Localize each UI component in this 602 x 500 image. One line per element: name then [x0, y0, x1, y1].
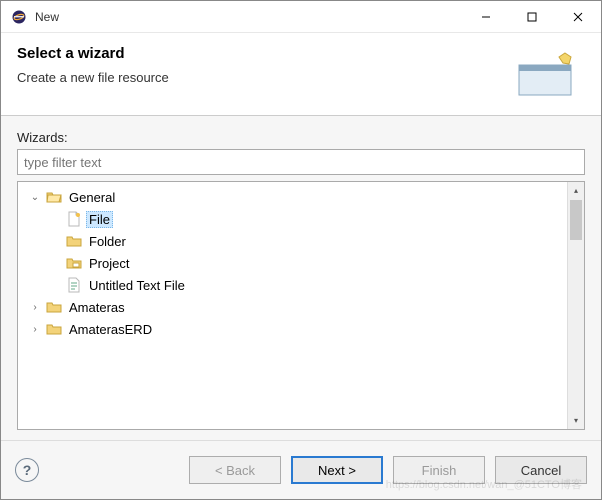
tree-scrollbar[interactable]: ▴ ▾: [567, 182, 584, 429]
tree-node-file[interactable]: File: [18, 208, 567, 230]
file-new-icon: [66, 211, 82, 227]
wizards-label: Wizards:: [17, 130, 585, 145]
close-button[interactable]: [555, 1, 601, 32]
wizard-description: Create a new file resource: [17, 70, 513, 85]
wizard-header: Select a wizard Create a new file resour…: [1, 33, 601, 116]
tree-node-project[interactable]: Project: [18, 252, 567, 274]
help-button[interactable]: ?: [15, 458, 39, 482]
scroll-down-icon[interactable]: ▾: [568, 412, 584, 429]
folder-icon: [46, 299, 62, 315]
folder-icon: [66, 233, 82, 249]
tree-label: Untitled Text File: [86, 277, 188, 294]
tree-label: Project: [86, 255, 132, 272]
window-title: New: [35, 10, 463, 24]
chevron-right-icon[interactable]: ›: [28, 324, 42, 335]
chevron-down-icon[interactable]: ⌄: [28, 192, 42, 203]
maximize-button[interactable]: [509, 1, 555, 32]
tree-label: Amateras: [66, 299, 128, 316]
eclipse-icon: [11, 9, 27, 25]
back-button[interactable]: < Back: [189, 456, 281, 484]
scroll-up-icon[interactable]: ▴: [568, 182, 584, 199]
tree-node-amateras[interactable]: › Amateras: [18, 296, 567, 318]
filter-input[interactable]: [17, 149, 585, 175]
wizard-tree: ⌄ General File Folder Project: [17, 181, 585, 430]
new-wizard-dialog: New Select a wizard Create a new file re…: [0, 0, 602, 500]
tree-label: File: [86, 211, 113, 228]
wizard-heading: Select a wizard: [17, 45, 513, 62]
text-file-icon: [66, 277, 82, 293]
tree-label: AmaterasERD: [66, 321, 155, 338]
tree-label: Folder: [86, 233, 129, 250]
minimize-button[interactable]: [463, 1, 509, 32]
next-button[interactable]: Next >: [291, 456, 383, 484]
folder-open-icon: [46, 189, 62, 205]
tree-node-folder[interactable]: Folder: [18, 230, 567, 252]
scroll-thumb[interactable]: [570, 200, 582, 240]
chevron-right-icon[interactable]: ›: [28, 302, 42, 313]
titlebar: New: [1, 1, 601, 33]
tree-node-amateraserd[interactable]: › AmaterasERD: [18, 318, 567, 340]
project-icon: [66, 255, 82, 271]
tree-label: General: [66, 189, 118, 206]
watermark-text: https://blog.csdn.net/wan_@51CTO博客: [386, 476, 582, 492]
tree-node-general[interactable]: ⌄ General: [18, 186, 567, 208]
folder-icon: [46, 321, 62, 337]
wizard-banner-icon: [513, 45, 585, 101]
tree-node-untitled-text-file[interactable]: Untitled Text File: [18, 274, 567, 296]
wizard-body: Wizards: ⌄ General File Folder: [1, 116, 601, 441]
